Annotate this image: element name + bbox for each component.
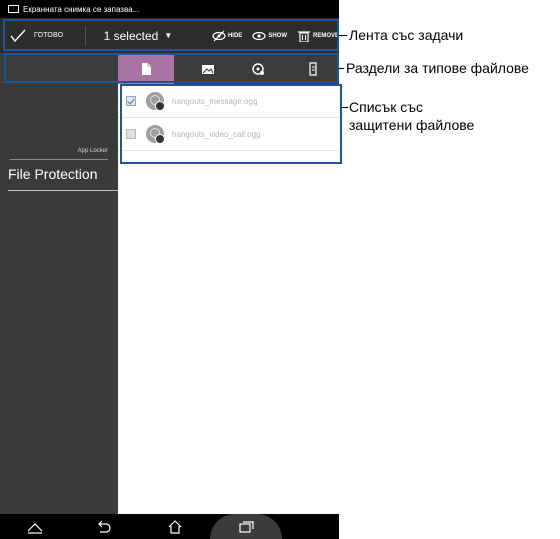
home-button[interactable]: [160, 514, 190, 539]
taskbar-callout-line: [339, 35, 347, 36]
back-button[interactable]: [20, 514, 50, 539]
protected-list-annotation-line1: Списък със: [349, 99, 424, 115]
taskbar-annotation: Лента със задачи: [349, 27, 464, 43]
file-type-tabs-annotation: Раздели за типове файлове: [346, 60, 529, 76]
sidebar-divider: [10, 159, 108, 160]
sidebar-selected-underline: [8, 190, 118, 191]
recent-apps-button[interactable]: [231, 514, 261, 539]
screenshot-icon: [8, 5, 19, 13]
protected-list-callout-box: [120, 84, 342, 164]
sidebar-section-label[interactable]: App Locker: [78, 148, 108, 154]
sidebar-item-file-protection[interactable]: File Protection: [8, 166, 97, 182]
taskbar-callout-box: [3, 19, 339, 51]
protected-list-annotation-line2: защитени файлове: [349, 117, 475, 133]
recent-apps-icon: [239, 520, 254, 533]
home-icon: [168, 519, 182, 534]
status-notification: Екранната снимка се запазва...: [23, 4, 140, 14]
protected-list-callout-line: [342, 107, 348, 108]
back-icon: [27, 522, 43, 534]
sidebar: App Locker File Protection: [0, 84, 118, 514]
file-type-tabs-callout-box: [4, 53, 339, 83]
file-type-tabs-callout-line: [339, 68, 344, 69]
status-bar: Екранната снимка се запазва...: [0, 0, 339, 18]
undo-button[interactable]: [88, 514, 118, 539]
undo-arrow-icon: [98, 520, 111, 533]
